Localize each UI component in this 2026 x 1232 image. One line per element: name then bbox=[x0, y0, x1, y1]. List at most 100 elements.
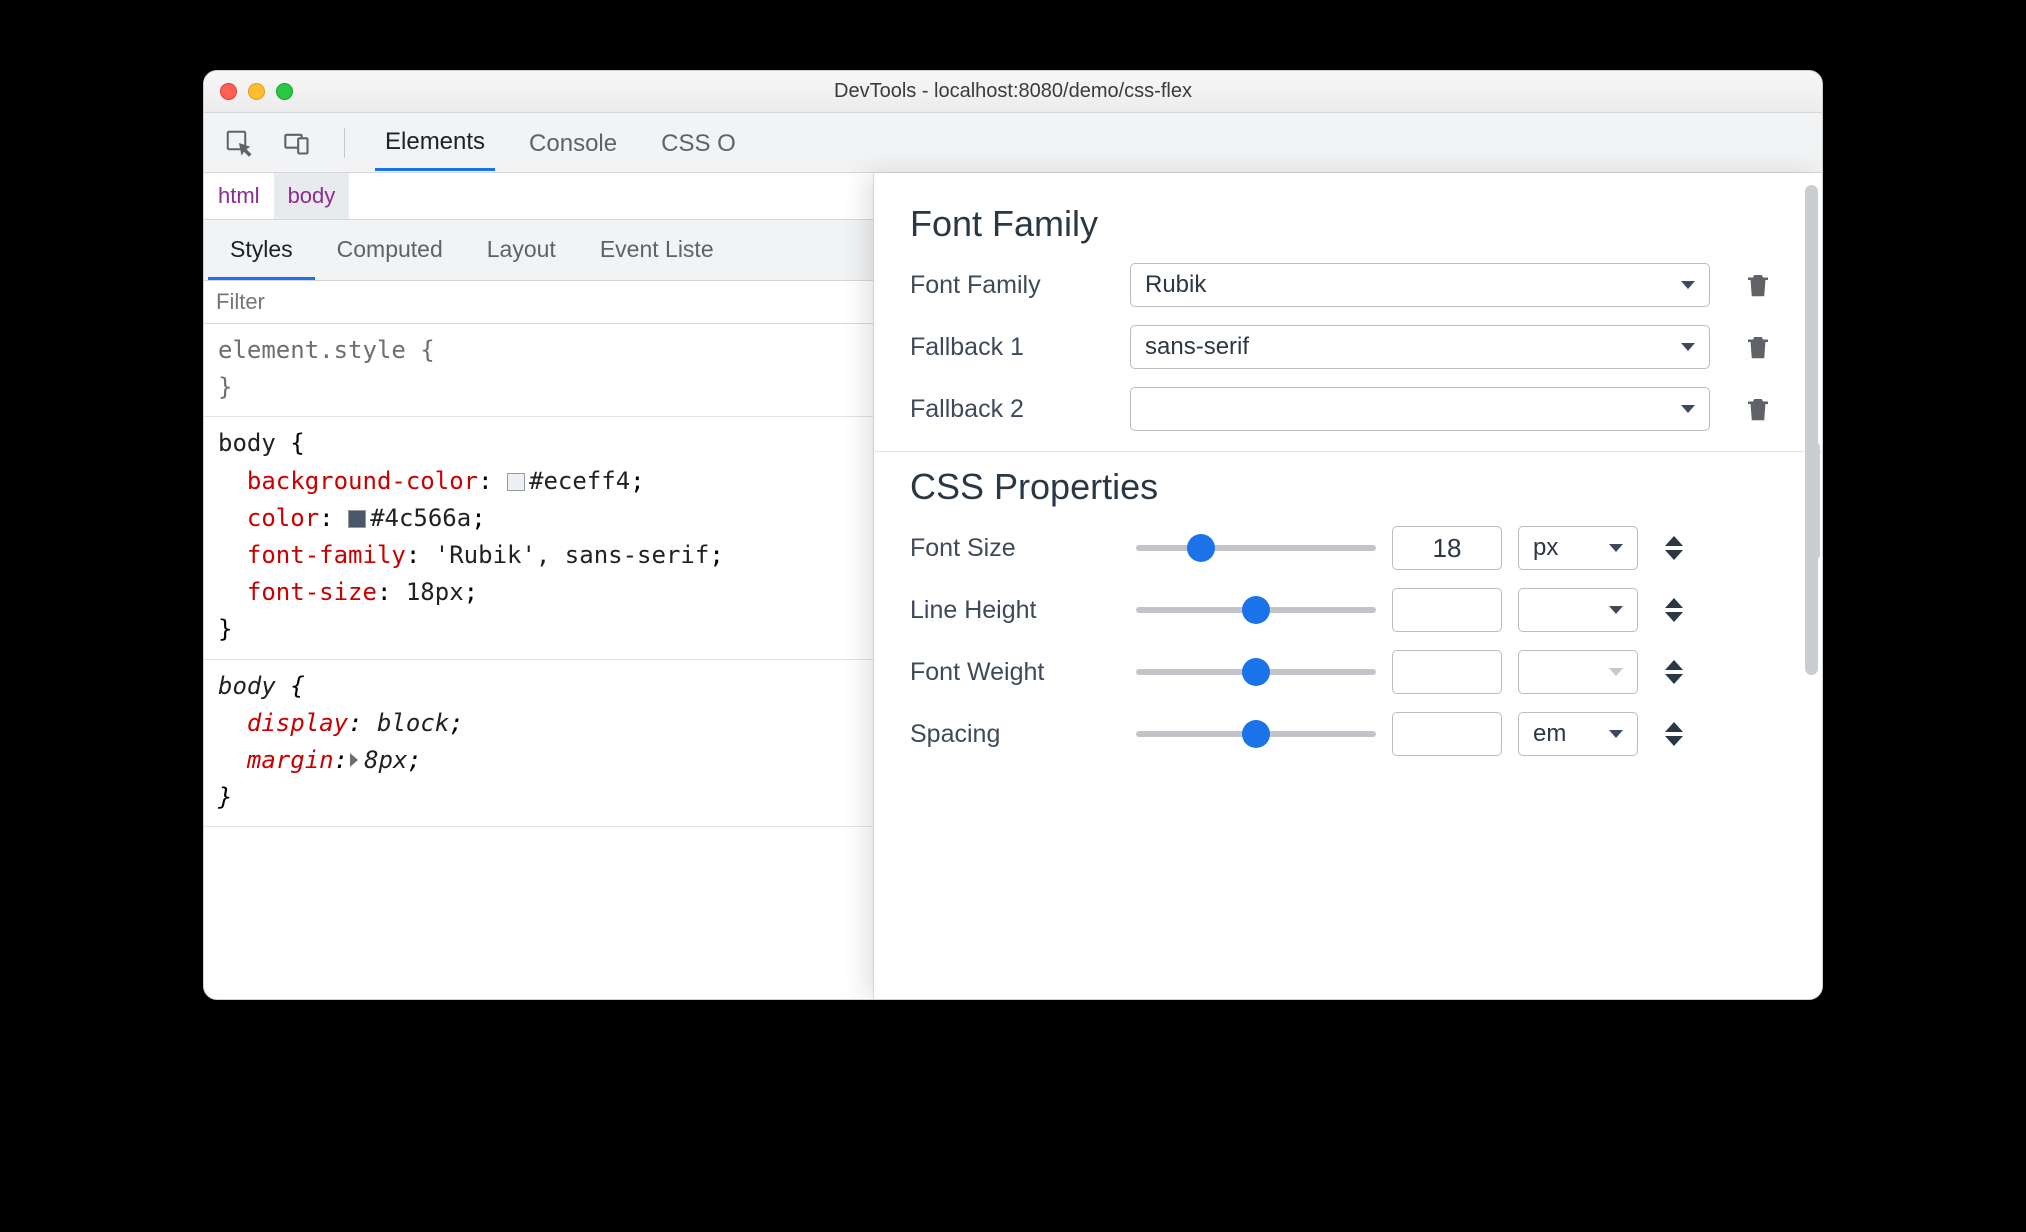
font-family-select[interactable]: Rubik bbox=[1130, 263, 1710, 307]
spacing-unit-select[interactable]: em bbox=[1518, 712, 1638, 756]
devtools-window: DevTools - localhost:8080/demo/css-flex … bbox=[203, 70, 1823, 1000]
line-height-unit-select[interactable] bbox=[1518, 588, 1638, 632]
minimize-window-button[interactable] bbox=[248, 83, 265, 100]
css-value: #4c566a bbox=[370, 504, 471, 532]
window-scrollbar[interactable] bbox=[1807, 441, 1820, 561]
font-size-stepper[interactable] bbox=[1654, 536, 1694, 560]
css-value: 'Rubik', sans-serif bbox=[435, 541, 710, 569]
spacing-row: Spacing em bbox=[910, 712, 1786, 756]
inspect-element-icon[interactable] bbox=[222, 126, 256, 160]
css-prop: margin bbox=[247, 746, 334, 774]
chevron-up-icon[interactable] bbox=[1665, 660, 1683, 670]
tabbar-divider bbox=[344, 128, 345, 158]
dom-breadcrumbs: html body bbox=[204, 173, 873, 220]
css-prop: color bbox=[247, 504, 319, 532]
font-weight-row: Font Weight bbox=[910, 650, 1786, 694]
fallback-1-row: Fallback 1 sans-serif bbox=[910, 325, 1786, 369]
styles-subtabs: Styles Computed Layout Event Liste bbox=[204, 220, 873, 281]
select-value: Rubik bbox=[1145, 271, 1206, 299]
color-swatch-icon[interactable] bbox=[348, 510, 366, 528]
font-size-row: Font Size px bbox=[910, 526, 1786, 570]
chevron-down-icon[interactable] bbox=[1665, 550, 1683, 560]
font-size-input[interactable] bbox=[1392, 526, 1502, 570]
toggle-device-toolbar-icon[interactable] bbox=[280, 126, 314, 160]
line-height-label: Line Height bbox=[910, 596, 1120, 625]
css-value: 8px bbox=[364, 746, 407, 774]
line-height-stepper[interactable] bbox=[1654, 598, 1694, 622]
trash-icon[interactable] bbox=[1743, 332, 1773, 362]
styles-filter bbox=[204, 281, 873, 324]
slider-thumb[interactable] bbox=[1242, 720, 1270, 748]
chevron-up-icon[interactable] bbox=[1665, 536, 1683, 546]
css-prop: display bbox=[247, 709, 348, 737]
font-editor-panel: Font Family Font Family Rubik Fallback 1… bbox=[874, 173, 1822, 999]
css-value: block bbox=[377, 709, 449, 737]
font-family-row: Font Family Rubik bbox=[910, 263, 1786, 307]
chevron-up-icon[interactable] bbox=[1665, 722, 1683, 732]
chevron-down-icon[interactable] bbox=[1665, 612, 1683, 622]
fallback-2-label: Fallback 2 bbox=[910, 395, 1110, 424]
trash-icon[interactable] bbox=[1743, 270, 1773, 300]
font-family-label: Font Family bbox=[910, 271, 1110, 300]
rule-body-ua[interactable]: body { display: block; margin:8px; } bbox=[204, 660, 873, 828]
font-weight-input[interactable] bbox=[1392, 650, 1502, 694]
font-weight-stepper[interactable] bbox=[1654, 660, 1694, 684]
selector: body bbox=[218, 429, 276, 457]
css-prop: font-size bbox=[247, 578, 377, 606]
line-height-input[interactable] bbox=[1392, 588, 1502, 632]
css-value: 18px bbox=[406, 578, 464, 606]
spacing-input[interactable] bbox=[1392, 712, 1502, 756]
window-title: DevTools - localhost:8080/demo/css-flex bbox=[204, 80, 1822, 103]
content-area: html body Styles Computed Layout Event L… bbox=[204, 173, 1822, 999]
font-weight-label: Font Weight bbox=[910, 658, 1120, 687]
tab-elements[interactable]: Elements bbox=[375, 114, 495, 171]
selector: element.style bbox=[218, 336, 406, 364]
spacing-stepper[interactable] bbox=[1654, 722, 1694, 746]
tab-css-overview[interactable]: CSS O bbox=[651, 116, 746, 170]
section-title-css-properties: CSS Properties bbox=[910, 466, 1786, 508]
zoom-window-button[interactable] bbox=[276, 83, 293, 100]
font-size-slider[interactable] bbox=[1136, 545, 1376, 551]
expand-shorthand-icon[interactable] bbox=[350, 753, 358, 767]
popup-scrollbar[interactable] bbox=[1805, 185, 1818, 675]
fallback-2-row: Fallback 2 bbox=[910, 387, 1786, 431]
subtab-computed[interactable]: Computed bbox=[315, 220, 465, 280]
spacing-slider[interactable] bbox=[1136, 731, 1376, 737]
font-size-unit-select[interactable]: px bbox=[1518, 526, 1638, 570]
subtab-layout[interactable]: Layout bbox=[465, 220, 578, 280]
css-prop: font-family bbox=[247, 541, 406, 569]
chevron-down-icon[interactable] bbox=[1665, 674, 1683, 684]
slider-thumb[interactable] bbox=[1242, 596, 1270, 624]
styles-pane: html body Styles Computed Layout Event L… bbox=[204, 173, 874, 999]
slider-thumb[interactable] bbox=[1187, 534, 1215, 562]
section-title-font-family: Font Family bbox=[910, 203, 1786, 245]
color-swatch-icon[interactable] bbox=[507, 473, 525, 491]
crumb-html[interactable]: html bbox=[204, 173, 274, 219]
trash-icon[interactable] bbox=[1743, 394, 1773, 424]
styles-filter-input[interactable] bbox=[216, 289, 861, 315]
font-size-label: Font Size bbox=[910, 534, 1120, 563]
window-traffic-lights bbox=[204, 83, 293, 100]
rule-body-1[interactable]: body { background-color: #eceff4; color:… bbox=[204, 417, 873, 659]
chevron-down-icon[interactable] bbox=[1665, 736, 1683, 746]
subtab-styles[interactable]: Styles bbox=[208, 220, 315, 280]
chevron-up-icon[interactable] bbox=[1665, 598, 1683, 608]
devtools-tabbar: Elements Console CSS O bbox=[204, 113, 1822, 173]
selector: body bbox=[218, 672, 276, 700]
fallback-1-label: Fallback 1 bbox=[910, 333, 1110, 362]
font-weight-slider[interactable] bbox=[1136, 669, 1376, 675]
spacing-label: Spacing bbox=[910, 720, 1120, 749]
line-height-slider[interactable] bbox=[1136, 607, 1376, 613]
subtab-event-listeners[interactable]: Event Liste bbox=[578, 220, 736, 280]
font-weight-unit-select[interactable] bbox=[1518, 650, 1638, 694]
tab-console[interactable]: Console bbox=[519, 116, 627, 170]
fallback-2-select[interactable] bbox=[1130, 387, 1710, 431]
css-value: #eceff4 bbox=[529, 467, 630, 495]
select-value: px bbox=[1533, 534, 1558, 562]
slider-thumb[interactable] bbox=[1242, 658, 1270, 686]
fallback-1-select[interactable]: sans-serif bbox=[1130, 325, 1710, 369]
crumb-body[interactable]: body bbox=[274, 173, 350, 219]
close-window-button[interactable] bbox=[220, 83, 237, 100]
select-value: sans-serif bbox=[1145, 333, 1249, 361]
rule-element-style[interactable]: element.style { } bbox=[204, 324, 873, 417]
